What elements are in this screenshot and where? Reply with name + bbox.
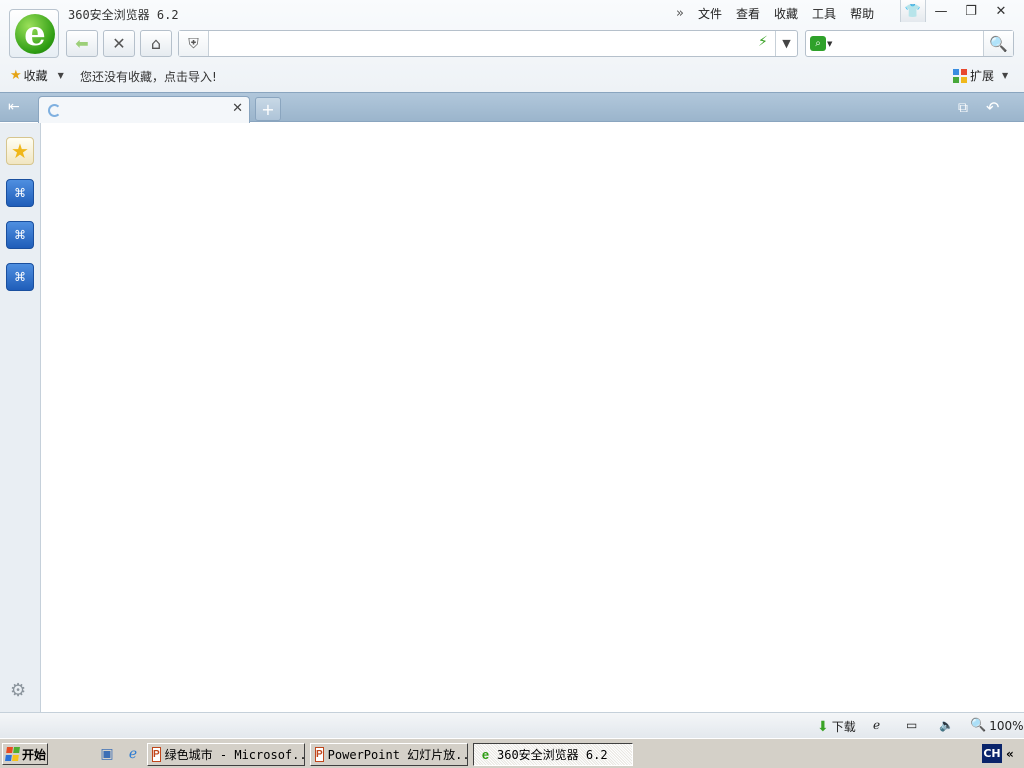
- menu-favorites[interactable]: 收藏: [774, 5, 798, 22]
- zoom-level: 100%: [989, 718, 1024, 733]
- speed-mode-icon[interactable]: ⚡: [758, 34, 768, 50]
- sidebar-app-button-3[interactable]: ⌘: [6, 263, 34, 291]
- task-label: 绿色城市 - Microsof...: [164, 748, 305, 762]
- task-label: 360安全浏览器 6.2: [497, 748, 608, 762]
- powerpoint-icon: P: [152, 747, 161, 762]
- home-button[interactable]: ⌂: [140, 30, 172, 57]
- taskbar-task-1[interactable]: P 绿色城市 - Microsof...: [147, 743, 305, 766]
- download-arrow-icon: ⬇: [817, 718, 829, 735]
- back-arrow-icon: ⬅: [75, 34, 89, 53]
- status-bar: ⬇ 下载 ℯ ▭ 🔈 🔍 100%: [0, 712, 1024, 738]
- extensions-label: 扩展: [970, 69, 995, 83]
- tray-expand-icon[interactable]: «: [1006, 747, 1014, 761]
- sidebar-favorites-button[interactable]: ★: [6, 137, 34, 165]
- start-button[interactable]: 开始: [2, 743, 48, 765]
- logo-letter: e: [24, 14, 46, 54]
- back-button[interactable]: ⬅: [66, 30, 98, 57]
- caret-down-icon: ▼: [57, 71, 64, 80]
- plus-icon: +: [261, 99, 275, 119]
- menu-view[interactable]: 查看: [736, 5, 760, 22]
- gear-icon[interactable]: ⚙: [10, 680, 26, 701]
- quick-launch: ▣ ℯ: [98, 745, 150, 763]
- start-label: 开始: [22, 747, 47, 762]
- taskbar-task-3[interactable]: e 360安全浏览器 6.2: [473, 743, 633, 766]
- extensions-grid-icon: [953, 68, 967, 83]
- taskbar: 开始 ▣ ℯ P 绿色城市 - Microsof... P PowerPoint…: [0, 738, 1024, 768]
- system-tray: CH «: [982, 744, 1014, 763]
- import-favorites-link[interactable]: 您还没有收藏，点击导入!: [80, 68, 217, 85]
- skin-button[interactable]: 👕: [900, 0, 926, 22]
- star-icon: ★: [11, 139, 29, 163]
- show-desktop-icon[interactable]: ▣: [98, 745, 116, 763]
- magnifier-icon: 🔍: [989, 34, 1008, 53]
- loading-spinner-icon: [48, 104, 61, 117]
- page-content[interactable]: [41, 123, 1024, 712]
- tab-strip: ⇤ ✕ + ⧉ ↶: [0, 92, 1024, 123]
- add-favorite-icon: ★: [10, 68, 22, 83]
- ie-icon[interactable]: ℯ: [124, 745, 142, 763]
- browser-icon: e: [481, 747, 490, 762]
- security-shield-icon[interactable]: ⛨: [179, 31, 209, 56]
- shirt-icon: 👕: [904, 3, 922, 19]
- close-icon: ✕: [995, 3, 1007, 19]
- search-engine-icon[interactable]: ⌕: [810, 36, 826, 51]
- new-tab-button[interactable]: +: [255, 97, 281, 121]
- search-button[interactable]: 🔍: [983, 31, 1013, 56]
- restore-icon: ❐: [965, 3, 977, 19]
- stop-icon: ✕: [112, 34, 126, 53]
- powerpoint-icon: P: [315, 747, 324, 762]
- restore-button[interactable]: ❐: [956, 0, 986, 22]
- undo-close-tab-icon[interactable]: ↶: [986, 98, 999, 117]
- browser-logo[interactable]: e: [9, 9, 59, 58]
- home-icon: ⌂: [150, 34, 162, 53]
- taskbar-task-2[interactable]: P PowerPoint 幻灯片放...: [310, 743, 468, 766]
- window-controls: 👕 — ❐ ✕: [900, 0, 1016, 24]
- download-label: 下载: [831, 720, 856, 734]
- close-button[interactable]: ✕: [986, 0, 1016, 22]
- minimize-icon: —: [934, 3, 948, 19]
- menu-help[interactable]: 帮助: [850, 5, 874, 22]
- sidebar-app-button-1[interactable]: ⌘: [6, 179, 34, 207]
- address-bar: ⛨ ⚡ ▼: [178, 30, 798, 57]
- download-button[interactable]: ⬇ 下载: [817, 718, 856, 735]
- ie-mode-icon[interactable]: ℯ: [873, 718, 880, 732]
- favorites-bar: ★ 收藏 ▼ 您还没有收藏，点击导入! 扩展 ▼: [0, 63, 1024, 89]
- app-grid-icon: ⌘: [14, 228, 26, 242]
- sidebar-app-button-2[interactable]: ⌘: [6, 221, 34, 249]
- caret-down-icon: ▼: [1002, 71, 1009, 80]
- speaker-icon[interactable]: 🔈: [939, 718, 954, 732]
- zoom-magnifier-icon: 🔍: [970, 718, 987, 733]
- sidebar: ★ ⌘ ⌘ ⌘ ⚙: [0, 123, 41, 713]
- menu-file[interactable]: 文件: [698, 5, 722, 22]
- menu-tools[interactable]: 工具: [812, 5, 836, 22]
- tab-list-icon[interactable]: ⧉: [958, 100, 968, 116]
- zoom-button[interactable]: 🔍 100%: [970, 718, 1024, 733]
- search-input[interactable]: [838, 34, 978, 53]
- engine-caret-icon[interactable]: ▼: [827, 40, 832, 48]
- extensions-button[interactable]: 扩展 ▼: [953, 67, 1008, 84]
- search-box: ⌕ ▼ 🔍: [805, 30, 1014, 57]
- chevron-down-icon: ▼: [782, 37, 791, 50]
- sidebar-toggle-icon[interactable]: ⇤: [8, 99, 28, 115]
- favorites-menu-button[interactable]: ★ 收藏 ▼: [10, 67, 64, 84]
- menu-bar: » 文件 查看 收藏 工具 帮助: [676, 4, 888, 22]
- tab-active[interactable]: ✕: [38, 96, 250, 123]
- app-grid-icon: ⌘: [14, 270, 26, 284]
- input-method-indicator[interactable]: CH: [982, 744, 1002, 763]
- browser-header: e 360安全浏览器 6.2 » 文件 查看 收藏 工具 帮助 👕 — ❐ ✕ …: [0, 0, 1024, 92]
- menu-expand-icon[interactable]: »: [676, 6, 690, 21]
- address-dropdown-button[interactable]: ▼: [775, 31, 797, 56]
- task-label: PowerPoint 幻灯片放...: [327, 748, 468, 762]
- window-icon[interactable]: ▭: [906, 718, 917, 732]
- app-grid-icon: ⌘: [14, 186, 26, 200]
- favorites-menu-label: 收藏: [23, 69, 48, 83]
- tab-close-icon[interactable]: ✕: [232, 101, 243, 116]
- windows-logo-icon: [5, 747, 21, 761]
- window-title: 360安全浏览器 6.2: [68, 8, 179, 22]
- minimize-button[interactable]: —: [926, 0, 956, 22]
- address-input[interactable]: [212, 34, 752, 53]
- stop-button[interactable]: ✕: [103, 30, 135, 57]
